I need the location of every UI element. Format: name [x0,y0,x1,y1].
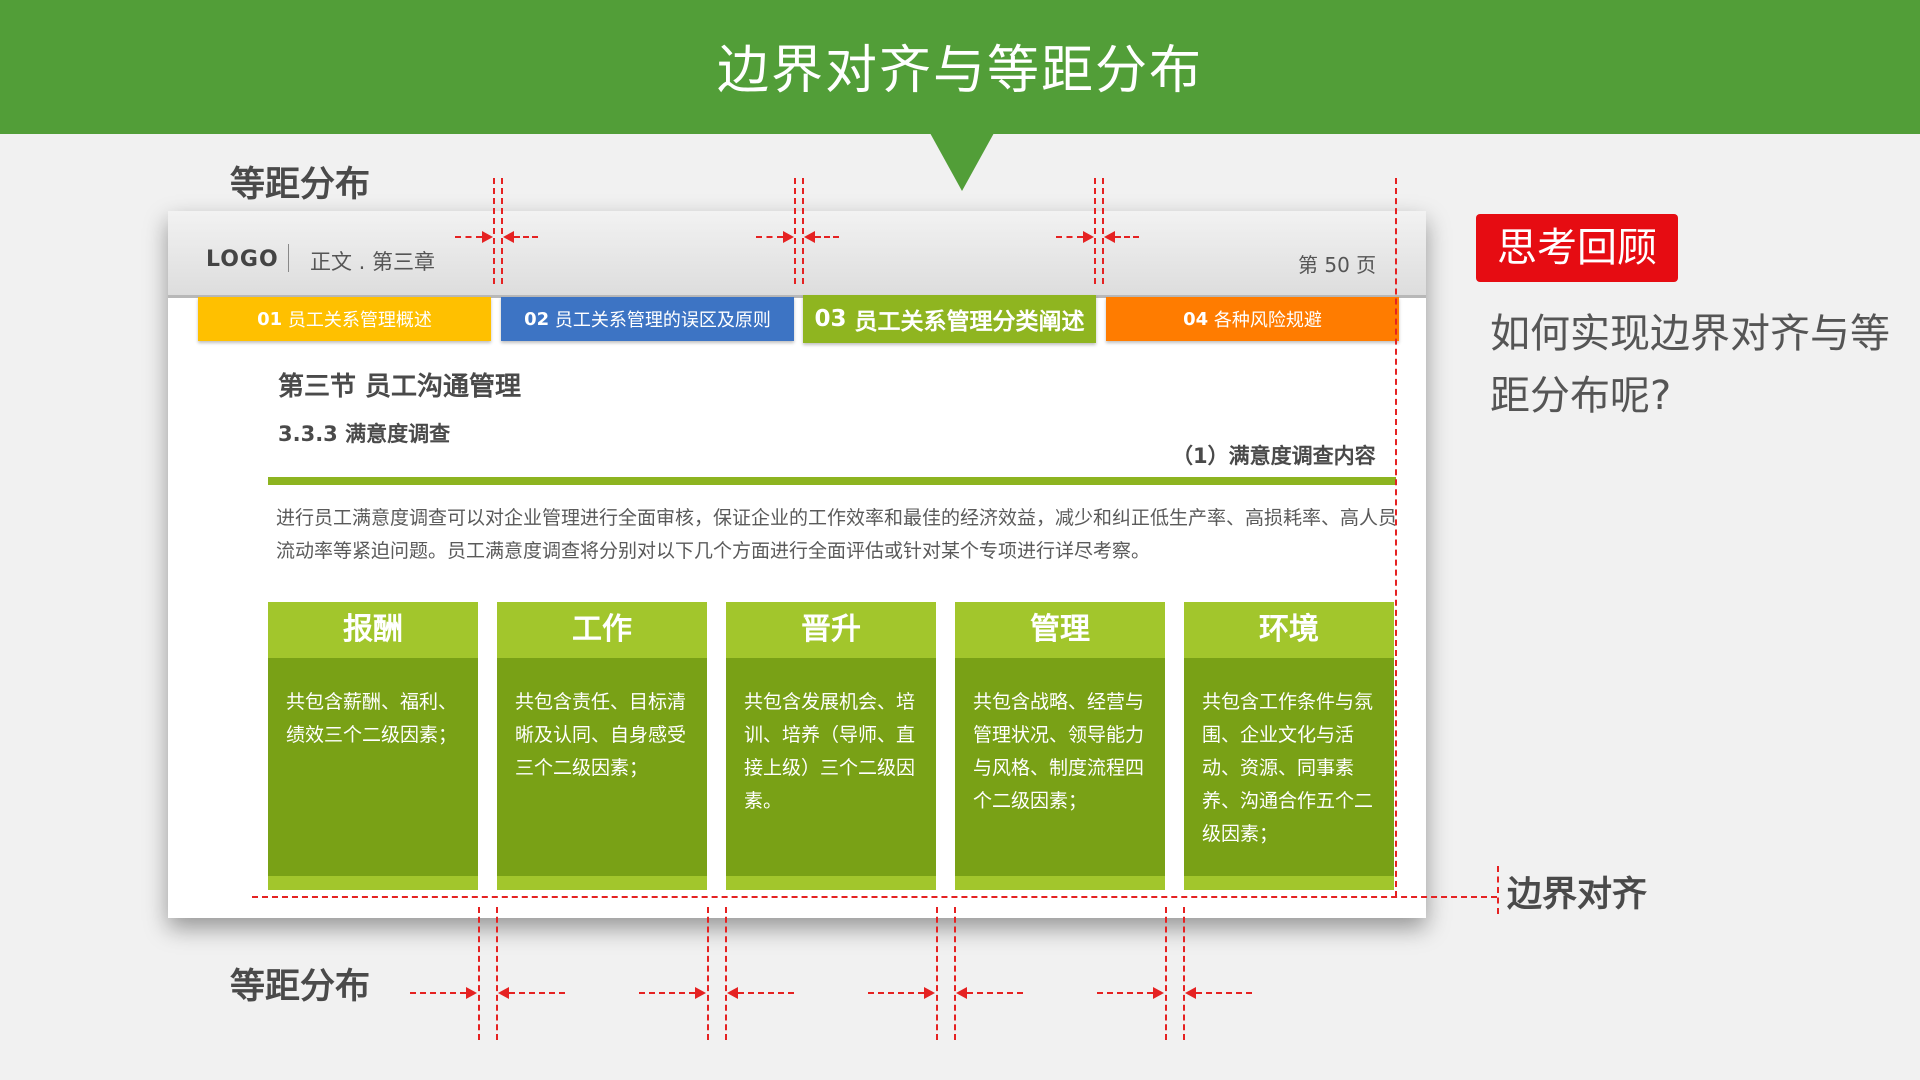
tab-label: 员工关系管理的误区及原则 [554,310,771,331]
arrow-right-icon [924,987,935,999]
guide-line [1115,236,1139,238]
guide-line [478,907,480,1040]
arrow-right-icon [1153,987,1164,999]
tab-number: 03 [814,306,847,332]
card-title: 环境 [1184,602,1394,658]
card-footer [726,876,936,890]
divider-line [268,477,1396,485]
guide-line [794,178,796,284]
card-footer [497,876,707,890]
card-compensation: 报酬 共包含薪酬、福利、绩效三个二级因素； [268,602,478,890]
page-number: 第 50 页 [1298,253,1377,277]
label-equal-distribution-bottom: 等距分布 [230,967,371,1007]
arrow-left-icon [503,231,514,243]
guide-line [756,236,783,238]
card-text: 共包含工作条件与氛围、企业文化与活动、资源、同事素养、沟通合作五个二级因素； [1202,691,1374,845]
card-title: 工作 [497,602,707,658]
card-text: 共包含薪酬、福利、绩效三个二级因素； [286,691,458,746]
breadcrumb: 正文 . 第三章 [310,250,436,274]
guide-line [410,992,466,994]
card-footer [1184,876,1394,890]
arrow-right-icon [466,987,477,999]
arrow-right-icon [1083,231,1094,243]
page-title: 边界对齐与等距分布 [716,41,1203,101]
boundary-guide-line [252,896,1497,898]
review-badge: 思考回顾 [1476,214,1678,282]
tab-02[interactable]: 02 员工关系管理的误区及原则 [501,297,794,341]
card-title: 报酬 [268,602,478,658]
header-pointer [930,133,994,191]
label-equal-distribution-top: 等距分布 [230,165,371,205]
guide-line [1196,992,1252,994]
guide-line [725,907,727,1040]
intro-paragraph: 进行员工满意度调查可以对企业管理进行全面审核，保证企业的工作效率和最佳的经济效益… [276,507,1398,562]
tab-number: 04 [1183,308,1209,330]
guide-line [738,992,794,994]
guide-line [509,992,565,994]
subsection-title: 3.3.3 满意度调查 [278,422,451,446]
tab-04[interactable]: 04 各种风险规避 [1106,297,1399,341]
guide-line [1097,992,1153,994]
guide-line [639,992,695,994]
slide-header-bar: LOGO 正文 . 第三章 第 50 页 [168,211,1426,298]
guide-line [493,178,495,284]
tab-label: 员工关系管理概述 [287,310,432,331]
card-footer [268,876,478,890]
card-management: 管理 共包含战略、经营与管理状况、领导能力与风格、制度流程四个二级因素； [955,602,1165,890]
card-promotion: 晋升 共包含发展机会、培训、培养（导师、直接上级）三个二级因素。 [726,602,936,890]
boundary-guide-line [1497,866,1499,914]
review-question: 如何实现边界对齐与等距分布呢? [1490,311,1890,419]
card-text: 共包含责任、目标清晰及认同、自身感受三个二级因素； [515,691,687,779]
logo-divider [288,244,289,272]
logo: LOGO [206,247,279,272]
arrow-left-icon [727,987,738,999]
guide-line [707,907,709,1040]
card-title: 管理 [955,602,1165,658]
arrow-left-icon [1185,987,1196,999]
guide-line [1056,236,1083,238]
card-text: 共包含战略、经营与管理状况、领导能力与风格、制度流程四个二级因素； [973,691,1145,812]
content-heading: （1）满意度调查内容 [1172,444,1376,468]
card-footer [955,876,1165,890]
guide-line [815,236,839,238]
arrow-right-icon [695,987,706,999]
tab-label: 各种风险规避 [1213,310,1322,331]
boundary-guide-line [1395,178,1397,897]
label-boundary-alignment: 边界对齐 [1507,875,1648,915]
card-text: 共包含发展机会、培训、培养（导师、直接上级）三个二级因素。 [744,691,916,812]
guide-line [1165,907,1167,1040]
guide-line [954,907,956,1040]
slide-preview: LOGO 正文 . 第三章 第 50 页 01 员工关系管理概述 02 员工关系… [168,211,1426,918]
card-title: 晋升 [726,602,936,658]
arrow-left-icon [804,231,815,243]
arrow-right-icon [783,231,794,243]
arrow-right-icon [482,231,493,243]
tab-number: 01 [257,308,283,330]
card-environment: 环境 共包含工作条件与氛围、企业文化与活动、资源、同事素养、沟通合作五个二级因素… [1184,602,1394,890]
guide-line [868,992,924,994]
guide-line [1094,178,1096,284]
guide-line [1183,907,1185,1040]
arrow-left-icon [498,987,509,999]
guide-line [514,236,538,238]
arrow-left-icon [956,987,967,999]
guide-line [496,907,498,1040]
tab-01[interactable]: 01 员工关系管理概述 [198,297,491,341]
arrow-left-icon [1104,231,1115,243]
section-title: 第三节 员工沟通管理 [278,372,522,402]
tab-03[interactable]: 03 员工关系管理分类阐述 [803,295,1096,343]
tab-label: 员工关系管理分类阐述 [854,309,1085,335]
guide-line [455,236,482,238]
guide-line [936,907,938,1040]
tab-number: 02 [524,308,550,330]
guide-line [967,992,1023,994]
card-work: 工作 共包含责任、目标清晰及认同、自身感受三个二级因素； [497,602,707,890]
